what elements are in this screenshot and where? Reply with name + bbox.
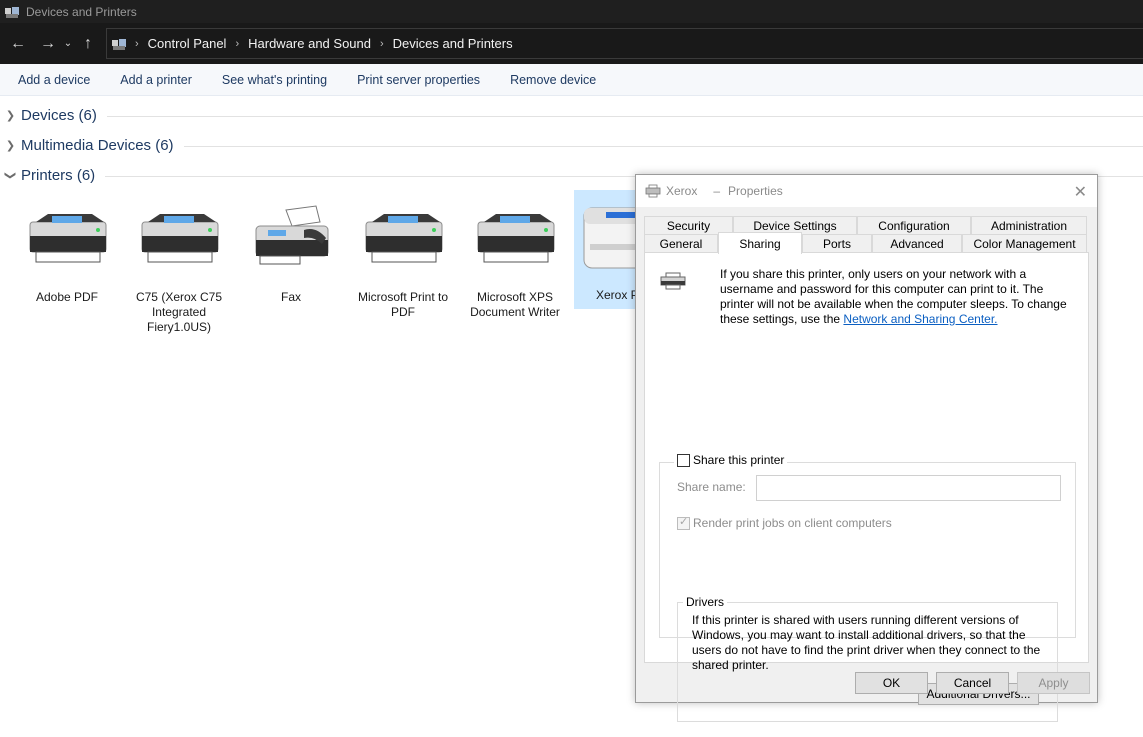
tab-administration[interactable]: Administration	[971, 216, 1087, 234]
printer-label: Microsoft XPS Document Writer	[470, 290, 560, 319]
printer-label: Adobe PDF	[35, 290, 99, 304]
render-jobs-checkbox[interactable]	[677, 515, 690, 531]
share-name-label: Share name:	[677, 480, 746, 494]
window-title: Devices and Printers	[26, 4, 137, 19]
tab-sharing[interactable]: Sharing	[718, 232, 802, 254]
render-client-option[interactable]: Render print jobs on client computers	[677, 515, 892, 531]
apply-button[interactable]: Apply	[1017, 672, 1090, 694]
printer-icon	[22, 200, 112, 280]
printer-title-icon	[645, 184, 661, 198]
group-multimedia-devices[interactable]: ❯ Multimedia Devices (6)	[0, 134, 1143, 156]
printer-icon	[470, 200, 560, 280]
devices-printers-app-icon	[4, 5, 20, 19]
group-title[interactable]: Printers (6)	[21, 167, 95, 184]
address-bar: ← → ⌄ ↑ › Control Panel › Hardware and S…	[0, 23, 1143, 64]
tab-row-back: Security Device Settings Configuration A…	[644, 216, 1087, 234]
add-device-button[interactable]: Add a device	[18, 73, 90, 87]
breadcrumb-separator-icon[interactable]: ›	[235, 38, 239, 50]
printer-icon	[134, 200, 224, 280]
chevron-right-icon[interactable]: ❯	[0, 109, 21, 122]
forward-arrow-icon[interactable]: →	[36, 29, 60, 59]
printer-item-microsoft-print-to-pdf[interactable]: Microsoft Print to PDF	[347, 200, 459, 320]
breadcrumb[interactable]: › Control Panel › Hardware and Sound › D…	[106, 28, 1143, 59]
tab-ports[interactable]: Ports	[802, 234, 872, 252]
group-title[interactable]: Multimedia Devices (6)	[21, 137, 174, 154]
tab-row-front: General Sharing Ports Advanced Color Man…	[644, 232, 1087, 254]
title-bar: Devices and Printers	[0, 0, 1143, 23]
printer-item-adobe-pdf[interactable]: Adobe PDF	[11, 200, 123, 305]
render-jobs-label: Render print jobs on client computers	[693, 516, 892, 530]
group-divider	[106, 115, 1143, 117]
printer-icon	[580, 200, 636, 280]
command-bar: Add a device Add a printer See what's pr…	[0, 64, 1143, 96]
breadcrumb-separator-icon[interactable]: ›	[380, 38, 384, 50]
remove-device-button[interactable]: Remove device	[510, 73, 596, 87]
printer-item-microsoft-xps-document-writer[interactable]: Microsoft XPS Document Writer	[459, 200, 571, 320]
up-arrow-icon[interactable]: ↑	[76, 29, 100, 59]
printer-properties-dialog: Xerox – Properties ✕ Security Device Set…	[635, 174, 1098, 722]
drivers-text: If this printer is shared with users run…	[692, 613, 1041, 672]
tab-general[interactable]: General	[644, 234, 718, 252]
add-printer-button[interactable]: Add a printer	[120, 73, 192, 87]
share-name-input[interactable]	[756, 475, 1061, 501]
close-icon[interactable]: ✕	[1074, 182, 1087, 202]
share-printer-option[interactable]: Share this printer	[674, 453, 788, 468]
dialog-title-suffix: Properties	[728, 184, 783, 198]
sharing-tab-panel: If you share this printer, only users on…	[644, 252, 1089, 722]
ok-button[interactable]: OK	[855, 672, 928, 694]
fax-icon	[246, 200, 336, 280]
printer-item-xerox-selected[interactable]: Xerox P	[574, 190, 636, 309]
dialog-title-bar: Xerox – Properties ✕	[636, 175, 1097, 207]
location-icon	[111, 37, 127, 51]
group-divider	[183, 145, 1143, 147]
printer-label: Microsoft Print to PDF	[357, 290, 449, 319]
printer-item-c75[interactable]: C75 (Xerox C75 Integrated Fiery1.0US)	[123, 200, 235, 335]
printer-label: C75 (Xerox C75 Integrated Fiery1.0US)	[135, 290, 223, 334]
tab-configuration[interactable]: Configuration	[857, 216, 971, 234]
chevron-right-icon[interactable]: ❯	[0, 139, 21, 152]
printer-label: Fax	[280, 290, 301, 304]
dialog-printer-name: Xerox	[666, 184, 698, 198]
cancel-button[interactable]: Cancel	[936, 672, 1009, 694]
chevron-down-icon[interactable]: ❯	[4, 165, 17, 186]
network-sharing-center-link[interactable]: Network and Sharing Center.	[843, 312, 997, 326]
recent-locations-chevron-icon[interactable]: ⌄	[60, 29, 76, 59]
shared-printer-icon	[659, 271, 689, 291]
back-arrow-icon[interactable]: ←	[6, 29, 30, 59]
tab-advanced[interactable]: Advanced	[872, 234, 962, 252]
group-devices[interactable]: ❯ Devices (6)	[0, 104, 1143, 126]
breadcrumb-hardware-and-sound[interactable]: Hardware and Sound	[248, 36, 371, 51]
share-printer-label: Share this printer	[693, 453, 785, 467]
printer-label: Xerox P	[596, 288, 636, 302]
sharing-info-text: If you share this printer, only users on…	[720, 267, 1075, 327]
drivers-label: Drivers	[683, 595, 727, 609]
breadcrumb-devices-and-printers[interactable]: Devices and Printers	[393, 36, 513, 51]
group-title[interactable]: Devices (6)	[21, 107, 97, 124]
tab-color-management[interactable]: Color Management	[962, 234, 1087, 252]
printer-icon	[358, 200, 448, 280]
title-dash: –	[713, 184, 721, 198]
printer-item-fax[interactable]: Fax	[235, 200, 347, 305]
print-server-properties-button[interactable]: Print server properties	[357, 73, 480, 87]
breadcrumb-separator-icon[interactable]: ›	[135, 38, 139, 50]
breadcrumb-control-panel[interactable]: Control Panel	[148, 36, 227, 51]
see-whats-printing-button[interactable]: See what's printing	[222, 73, 327, 87]
share-printer-checkbox[interactable]	[677, 454, 690, 468]
